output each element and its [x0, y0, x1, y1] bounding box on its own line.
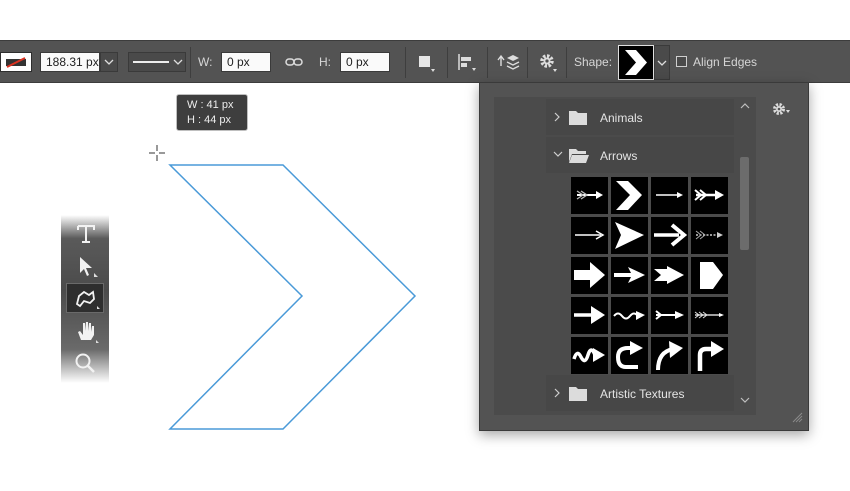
- shape-picker-panel: Animals Arrows Artistic Textures: [479, 82, 809, 431]
- tooltip-width-text: W : 41 px: [187, 99, 234, 111]
- folder-open-icon: [569, 149, 589, 163]
- path-alignment-icon[interactable]: [455, 51, 479, 73]
- pointer-arrow-shape[interactable]: [611, 257, 648, 294]
- bold-arrow-shape[interactable]: [651, 217, 688, 254]
- chevron-down-icon: [553, 151, 563, 157]
- folder-icon: [569, 111, 587, 125]
- chevron-right-icon: [554, 388, 560, 398]
- wave-arrow-shape[interactable]: [611, 297, 648, 334]
- thin-arrow-shape[interactable]: [651, 177, 688, 214]
- block-arrow-shape[interactable]: [571, 257, 608, 294]
- chevron-down-icon: [104, 59, 114, 65]
- options-bar: 188.31 px W: 0 px H: 0 px Shape: Align E…: [0, 40, 850, 83]
- scrollbar-thumb[interactable]: [740, 157, 749, 250]
- hand-tool-icon[interactable]: [73, 318, 101, 344]
- shape-group-label: Artistic Textures: [600, 387, 685, 401]
- shape-group-animals[interactable]: Animals: [546, 99, 734, 135]
- feather-arrow-shape[interactable]: [571, 177, 608, 214]
- divider: [447, 47, 448, 78]
- tooltip-height-text: H : 44 px: [187, 114, 232, 126]
- custom-shape-tool-button[interactable]: [66, 283, 104, 313]
- path-selection-tool-icon[interactable]: [76, 255, 100, 279]
- corner-arrow-shape[interactable]: [691, 337, 728, 374]
- chevron-shape-outline[interactable]: [160, 155, 430, 440]
- divider: [487, 47, 488, 78]
- stroke-swatch-icon: [6, 57, 26, 68]
- chevron-arrow-shape[interactable]: [611, 177, 648, 214]
- shape-list: Animals Arrows Artistic Textures: [494, 97, 756, 415]
- gear-icon[interactable]: [537, 51, 561, 73]
- link-dimensions-icon[interactable]: [284, 54, 304, 70]
- chevron-arrow-shape-icon: [625, 50, 647, 75]
- panel-gear-icon[interactable]: [769, 99, 795, 119]
- squiggle-arrow-shape[interactable]: [571, 337, 608, 374]
- shape-picker-button[interactable]: [618, 45, 654, 80]
- fletched-arrow-shape[interactable]: [691, 177, 728, 214]
- chevron-down-icon: [657, 60, 667, 66]
- arrow-shapes-grid: [571, 177, 729, 375]
- curved-arrow-shape[interactable]: [651, 337, 688, 374]
- divider: [527, 47, 528, 78]
- shape-group-label: Arrows: [600, 149, 638, 163]
- path-operations-icon[interactable]: [416, 53, 438, 73]
- divider: [566, 47, 567, 78]
- path-arrangement-icon[interactable]: [495, 50, 521, 74]
- tools-panel: [61, 215, 109, 383]
- stroke-width-field[interactable]: 188.31 px: [40, 52, 100, 72]
- chevron-right-icon: [554, 112, 560, 122]
- custom-shape-tool-icon: [75, 290, 100, 309]
- align-edges-checkbox[interactable]: [676, 56, 687, 67]
- resize-grip-icon[interactable]: [790, 410, 804, 424]
- heavy-arrow-shape[interactable]: [571, 297, 608, 334]
- scroll-down-icon[interactable]: [739, 395, 751, 405]
- stroke-color-swatch[interactable]: [0, 52, 32, 72]
- divider: [405, 47, 406, 78]
- dashed-feather-arrow-shape[interactable]: [691, 217, 728, 254]
- line-arrow-shape[interactable]: [571, 217, 608, 254]
- dimension-tooltip: W : 41 px H : 44 px: [176, 94, 248, 131]
- align-edges-label: Align Edges: [693, 55, 758, 69]
- pentagon-arrow-shape[interactable]: [691, 257, 728, 294]
- stroke-width-value: 188.31 px: [46, 55, 99, 69]
- width-field[interactable]: 0 px: [221, 52, 271, 72]
- dart-arrow-shape[interactable]: [611, 217, 648, 254]
- divider: [190, 47, 191, 78]
- stroke-type-icon: [133, 59, 183, 65]
- shape-label: Shape:: [574, 55, 613, 69]
- h-label: H:: [319, 55, 331, 69]
- folder-icon: [569, 387, 587, 401]
- w-label: W:: [198, 55, 213, 69]
- stroke-width-dropdown[interactable]: [100, 52, 118, 72]
- barbed-arrow-shape[interactable]: [651, 257, 688, 294]
- shape-group-label: Animals: [600, 111, 643, 125]
- scroll-up-icon[interactable]: [739, 101, 751, 111]
- width-value: 0 px: [227, 55, 250, 69]
- zoom-tool-icon[interactable]: [73, 351, 99, 375]
- height-field[interactable]: 0 px: [340, 52, 390, 72]
- split-arrow-shape[interactable]: [651, 297, 688, 334]
- stroke-type-dropdown[interactable]: [128, 52, 186, 72]
- height-value: 0 px: [346, 55, 369, 69]
- u-turn-arrow-shape[interactable]: [611, 337, 648, 374]
- shape-picker-dropdown[interactable]: [654, 45, 670, 80]
- shape-group-artistic-textures[interactable]: Artistic Textures: [546, 375, 734, 411]
- shape-group-arrows[interactable]: Arrows: [546, 137, 734, 173]
- long-fletched-arrow-shape[interactable]: [691, 297, 728, 334]
- type-tool-icon[interactable]: [75, 223, 97, 245]
